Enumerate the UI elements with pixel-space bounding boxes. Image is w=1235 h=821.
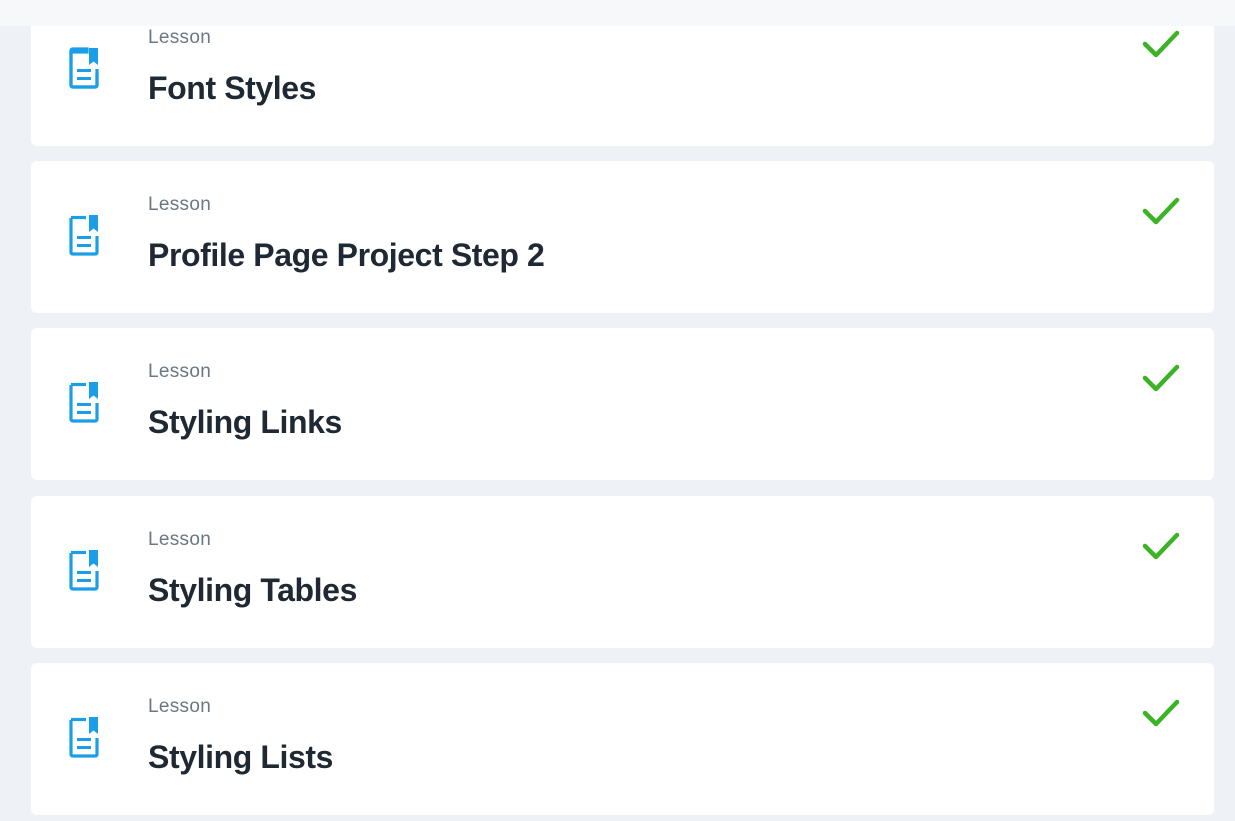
checkmark-icon	[1142, 197, 1180, 225]
lesson-type-label: Lesson	[148, 27, 212, 48]
lesson-type-label: Lesson	[148, 194, 212, 215]
lesson-title: Styling Tables	[148, 572, 357, 608]
checkmark-icon	[1142, 30, 1180, 58]
lesson-type-label: Lesson	[148, 696, 212, 717]
lesson-document-icon	[69, 215, 99, 256]
checkmark-icon	[1142, 532, 1180, 560]
lesson-title: Font Styles	[148, 70, 317, 106]
lesson-card-styling-tables[interactable]: Lesson Styling Tables	[31, 496, 1214, 648]
lesson-type-label: Lesson	[148, 361, 212, 382]
checkmark-icon	[1142, 699, 1180, 727]
lesson-card-styling-lists[interactable]: Lesson Styling Lists	[31, 663, 1214, 815]
lesson-card-styling-links[interactable]: Lesson Styling Links	[31, 328, 1214, 480]
lesson-title: Styling Links	[148, 404, 342, 440]
lesson-document-icon	[69, 717, 99, 758]
lesson-title: Profile Page Project Step 2	[148, 237, 545, 273]
top-bar	[0, 0, 1235, 26]
lesson-card-profile-page-project-step-2[interactable]: Lesson Profile Page Project Step 2	[31, 161, 1214, 313]
lesson-document-icon	[69, 550, 99, 591]
lesson-title: Styling Lists	[148, 739, 334, 775]
lesson-document-icon	[69, 382, 99, 423]
lesson-type-label: Lesson	[148, 529, 212, 550]
checkmark-icon	[1142, 364, 1180, 392]
lesson-document-icon	[69, 47, 99, 89]
